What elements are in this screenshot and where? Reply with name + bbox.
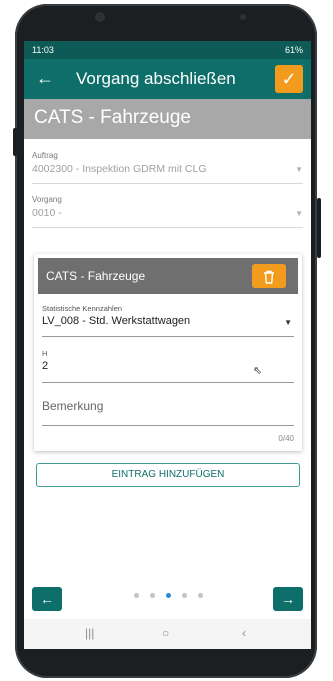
status-time: 11:03	[32, 45, 54, 55]
page-dot	[150, 593, 155, 598]
section-banner: CATS - Fahrzeuge	[24, 99, 311, 139]
entry-card: CATS - Fahrzeuge Statistische Kennzahlen…	[34, 254, 302, 451]
chevron-down-icon: ▼	[295, 209, 303, 218]
page-dot	[134, 593, 139, 598]
card-header: CATS - Fahrzeuge	[38, 258, 298, 294]
bemerkung-input[interactable]: Bemerkung	[42, 399, 294, 426]
chevron-down-icon: ▼	[295, 165, 303, 174]
card-title: CATS - Fahrzeuge	[46, 269, 146, 283]
status-bar: 11:03 61%	[24, 41, 311, 59]
mouse-cursor-icon: ⇖	[253, 365, 263, 377]
statistik-select[interactable]: Statistische Kennzahlen LV_008 - Std. We…	[42, 304, 294, 337]
auftrag-field[interactable]: Auftrag 4002300 - Inspektion GDRM mit CL…	[32, 151, 303, 184]
page-indicator	[134, 593, 204, 603]
banner-title: CATS - Fahrzeuge	[34, 107, 191, 128]
chevron-down-icon: ▼	[284, 318, 292, 327]
prev-button[interactable]: ←	[32, 587, 62, 611]
char-counter: 0/40	[278, 434, 294, 443]
status-battery: 61%	[284, 45, 303, 55]
delete-button[interactable]	[252, 264, 286, 288]
page-title: Vorgang abschließen	[76, 69, 236, 88]
volume-button	[13, 128, 17, 156]
sensor-icon	[240, 14, 246, 20]
vorgang-value: 0010 -	[32, 207, 62, 219]
home-icon[interactable]: ○	[162, 626, 169, 640]
back-nav-icon[interactable]: ‹	[242, 626, 246, 640]
statistik-label: Statistische Kennzahlen	[42, 304, 123, 313]
page-dot	[182, 593, 187, 598]
next-button[interactable]: →	[273, 587, 303, 611]
power-button	[317, 198, 321, 258]
page-dot	[198, 593, 203, 598]
app-bar: ← Vorgang abschließen ✓	[24, 59, 311, 99]
confirm-check-button[interactable]: ✓	[275, 65, 303, 93]
vorgang-field[interactable]: Vorgang 0010 - ▼	[32, 195, 303, 228]
system-nav-bar: ||| ○ ‹	[24, 619, 311, 649]
statistik-value: LV_008 - Std. Werkstattwagen	[42, 315, 191, 327]
screen: 11:03 61% ← Vorgang abschließen ✓ CATS -…	[24, 41, 311, 649]
trash-icon	[264, 271, 274, 284]
h-label: H	[42, 349, 48, 358]
camera-icon	[95, 12, 105, 22]
page-dot-active	[166, 593, 171, 598]
recent-apps-icon[interactable]: |||	[85, 626, 94, 640]
auftrag-label: Auftrag	[32, 151, 58, 160]
back-arrow-icon[interactable]: ←	[36, 68, 54, 89]
vorgang-label: Vorgang	[32, 195, 62, 204]
bemerkung-placeholder: Bemerkung	[42, 399, 104, 413]
add-entry-button[interactable]: EINTRAG HINZUFÜGEN	[36, 463, 300, 487]
auftrag-value: 4002300 - Inspektion GDRM mit CLG	[32, 163, 207, 175]
